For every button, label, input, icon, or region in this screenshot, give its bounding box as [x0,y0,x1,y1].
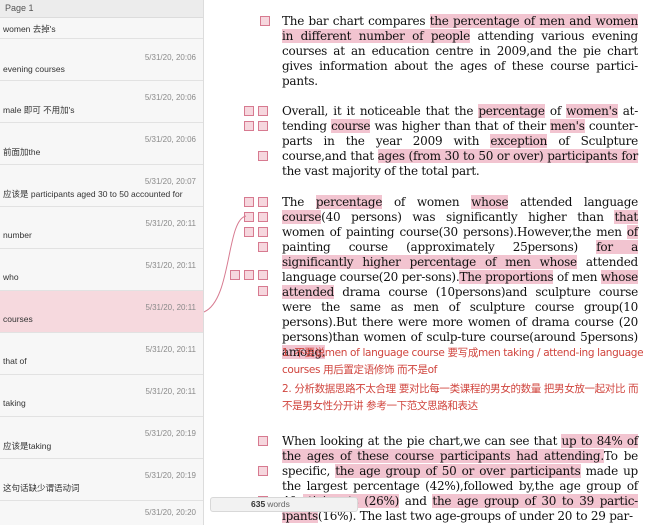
comment-text: courses [3,314,33,324]
comment-text: who [3,272,19,282]
comment-text: that of [3,356,27,366]
comment-marker[interactable] [244,212,254,222]
comment-item[interactable]: women 去掉's [0,18,203,39]
comment-text: women 去掉's [3,24,56,34]
comment-item-selected[interactable]: 5/31/20, 20:11 courses [0,291,203,333]
comment-item[interactable]: 5/31/20, 20:06 evening courses [0,39,203,81]
comment-date: 5/31/20, 20:11 [145,387,196,396]
document-page: The bar chart compares the percentage of… [204,0,650,525]
paragraph-bar-details: The percentage of women whose attended l… [282,195,639,359]
comment-marker[interactable] [258,270,268,280]
comment-marker[interactable] [258,242,268,252]
correction-note-2: 2. 分析数据思路不太合理 要对比每一类课程的男女的数量 把男女放一起对比 而不是… [282,383,639,412]
paragraph-overview: Overall, it it noticeable that the perce… [282,104,639,178]
comment-item[interactable]: 5/31/20, 20:07 应该是 participants aged 30 … [0,165,203,207]
comment-marker[interactable] [230,270,240,280]
comment-date: 5/31/20, 20:11 [145,219,196,228]
comment-marker[interactable] [258,197,268,207]
comment-item[interactable]: 5/31/20, 20:19 这句话缺少谓语动词 [0,459,203,501]
comment-marker[interactable] [258,212,268,222]
comment-marker[interactable] [244,227,254,237]
comment-marker[interactable] [258,106,268,116]
comment-text: male 即可 不用加's [3,105,75,115]
comments-sidebar: Page 1 women 去掉's 5/31/20, 20:06 evening… [0,0,204,525]
comment-marker[interactable] [244,197,254,207]
comment-marker[interactable] [258,286,268,296]
comment-text: 这句话缺少谓语动词 [3,483,80,493]
comment-date: 5/31/20, 20:19 [144,429,196,438]
correction-note-1: 1. 不要说men of language course 要写成men takin… [282,347,644,376]
comment-date: 5/31/20, 20:11 [145,345,196,354]
page-header: Page 1 [0,0,203,18]
comment-marker[interactable] [260,16,270,26]
comment-marker[interactable] [258,466,268,476]
comment-item[interactable]: 5/31/20, 20:11 who [0,249,203,291]
comment-item[interactable]: 5/31/20, 20:11 number [0,207,203,249]
comment-date: 5/31/20, 20:06 [144,93,196,102]
word-count-indicator: 635 words [210,497,358,512]
comment-marker[interactable] [244,121,254,131]
comment-marker[interactable] [244,270,254,280]
comment-text: 应该是taking [3,441,52,451]
comment-date: 5/31/20, 20:07 [144,177,196,186]
comment-item[interactable]: 5/31/20, 20:11 that of [0,333,203,375]
comment-date: 5/31/20, 20:11 [145,261,196,270]
comment-date: 5/31/20, 20:06 [144,135,196,144]
comment-date: 5/31/20, 20:20 [144,508,196,517]
comment-marker[interactable] [258,121,268,131]
comment-date: 5/31/20, 20:19 [144,471,196,480]
comment-text: 应该是 participants aged 30 to 50 accounted… [3,189,183,199]
comment-text: taking [3,398,26,408]
paragraph-intro: The bar chart compares the percentage of… [282,14,639,88]
comment-text: number [3,230,32,240]
comment-date: 5/31/20, 20:06 [144,53,196,62]
comment-item[interactable]: 5/31/20, 20:19 应该是taking [0,417,203,459]
comment-marker[interactable] [244,106,254,116]
comment-marker[interactable] [258,227,268,237]
comment-item[interactable]: 5/31/20, 20:20 [0,501,203,525]
comment-marker[interactable] [258,151,268,161]
comment-item[interactable]: 5/31/20, 20:06 male 即可 不用加's [0,81,203,123]
comment-text: 前面加the [3,147,41,157]
comment-item[interactable]: 5/31/20, 20:06 前面加the [0,123,203,165]
comment-item[interactable]: 5/31/20, 20:11 taking [0,375,203,417]
comment-marker[interactable] [258,436,268,446]
comment-text: evening courses [3,64,65,74]
comment-date: 5/31/20, 20:11 [145,303,196,312]
